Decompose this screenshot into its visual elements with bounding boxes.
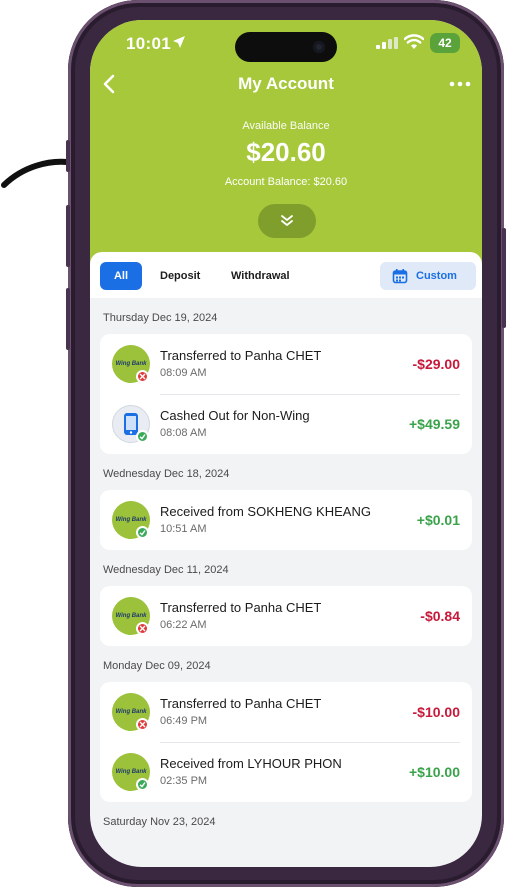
tab-deposit[interactable]: Deposit [160, 262, 200, 290]
transaction-title: Received from LYHOUR PHON [160, 756, 342, 771]
transaction-time: 10:51 AM [160, 523, 207, 535]
transaction-amount: -$29.00 [412, 356, 460, 372]
transaction-time: 08:08 AM [160, 427, 207, 439]
transaction-group: Wing Bank Transferred to Panha CHET 08:0… [100, 334, 472, 454]
cellular-signal-icon [376, 37, 398, 49]
expand-balance-button[interactable] [258, 204, 316, 238]
battery-indicator: 42 [430, 33, 460, 53]
transaction-amount: -$0.84 [420, 608, 460, 624]
account-balance-text: Account Balance: $20.60 [224, 176, 348, 188]
transaction-row[interactable]: Wing Bank Transferred to Panha CHET 06:2… [100, 586, 472, 646]
more-options-icon[interactable] [448, 72, 472, 96]
transaction-list: Thursday Dec 19, 2024 Wing Bank Transfer… [90, 298, 482, 838]
outgoing-badge-icon [136, 370, 149, 383]
camera-icon [313, 41, 325, 53]
transaction-group: Wing Bank Transferred to Panha CHET 06:4… [100, 682, 472, 802]
phone-power-button [502, 228, 506, 328]
transaction-title: Cashed Out for Non-Wing [160, 408, 310, 423]
transaction-group: Wing Bank Received from SOKHENG KHEANG 1… [100, 490, 472, 550]
phone-volume-down [66, 288, 70, 350]
date-header: Saturday Nov 23, 2024 [103, 816, 216, 828]
filter-tabs: All Deposit Withdrawal Custom [90, 252, 482, 298]
wifi-icon [404, 34, 424, 49]
avatar-brand-text: Wing Bank [115, 709, 147, 715]
available-balance-label: Available Balance [242, 120, 330, 132]
custom-date-button[interactable]: Custom [380, 262, 476, 290]
incoming-badge-icon [136, 430, 149, 443]
custom-label: Custom [416, 270, 457, 282]
transaction-amount: +$0.01 [416, 512, 460, 528]
transaction-title: Transferred to Panha CHET [160, 348, 322, 363]
transaction-title: Transferred to Panha CHET [160, 696, 322, 711]
transaction-title: Transferred to Panha CHET [160, 600, 322, 615]
transaction-title: Received from SOKHENG KHEANG [160, 504, 371, 519]
status-time: 10:01 [126, 34, 171, 53]
transaction-amount: -$10.00 [412, 704, 460, 720]
avatar-brand-text: Wing Bank [115, 769, 147, 775]
page-title: My Account [238, 74, 334, 93]
location-arrow-icon [173, 36, 185, 48]
stage: 10:01 42 My Account Available Balance $2… [0, 0, 506, 887]
transaction-time: 02:35 PM [160, 775, 208, 787]
avatar-brand-text: Wing Bank [115, 517, 147, 523]
date-header: Wednesday Dec 18, 2024 [103, 468, 230, 480]
transaction-row[interactable]: Wing Bank Received from SOKHENG KHEANG 1… [100, 490, 472, 550]
transaction-row[interactable]: Wing Bank Received from LYHOUR PHON 02:3… [100, 742, 472, 802]
outgoing-badge-icon [136, 622, 149, 635]
date-header: Thursday Dec 19, 2024 [103, 312, 218, 324]
dynamic-island [235, 32, 337, 62]
tab-withdrawal[interactable]: Withdrawal [231, 262, 290, 290]
incoming-badge-icon [136, 526, 149, 539]
transaction-group: Wing Bank Transferred to Panha CHET 06:2… [100, 586, 472, 646]
tab-all[interactable]: All [100, 262, 142, 290]
transaction-amount: +$49.59 [409, 416, 460, 432]
phone-volume-up [66, 205, 70, 267]
outgoing-badge-icon [136, 718, 149, 731]
transaction-time: 08:09 AM [160, 367, 207, 379]
date-header: Monday Dec 09, 2024 [103, 660, 211, 672]
avatar-brand-text: Wing Bank [115, 361, 147, 367]
double-chevron-down-icon [281, 215, 293, 226]
account-header: 10:01 42 My Account Available Balance $2… [90, 20, 482, 270]
transaction-row[interactable]: Wing Bank Transferred to Panha CHET 08:0… [100, 334, 472, 394]
transaction-row[interactable]: Wing Bank Transferred to Panha CHET 06:4… [100, 682, 472, 742]
transaction-time: 06:49 PM [160, 715, 208, 727]
incoming-badge-icon [136, 778, 149, 791]
transaction-amount: +$10.00 [409, 764, 460, 780]
transaction-row[interactable]: Cashed Out for Non-Wing 08:08 AM +$49.59 [100, 394, 472, 454]
transaction-time: 06:22 AM [160, 619, 207, 631]
phone-silent-switch [66, 140, 70, 172]
phone-screen: 10:01 42 My Account Available Balance $2… [90, 20, 482, 867]
date-header: Wednesday Dec 11, 2024 [103, 564, 229, 576]
calendar-icon [392, 269, 408, 284]
avatar-brand-text: Wing Bank [115, 613, 147, 619]
available-balance-amount: $20.60 [246, 137, 326, 167]
